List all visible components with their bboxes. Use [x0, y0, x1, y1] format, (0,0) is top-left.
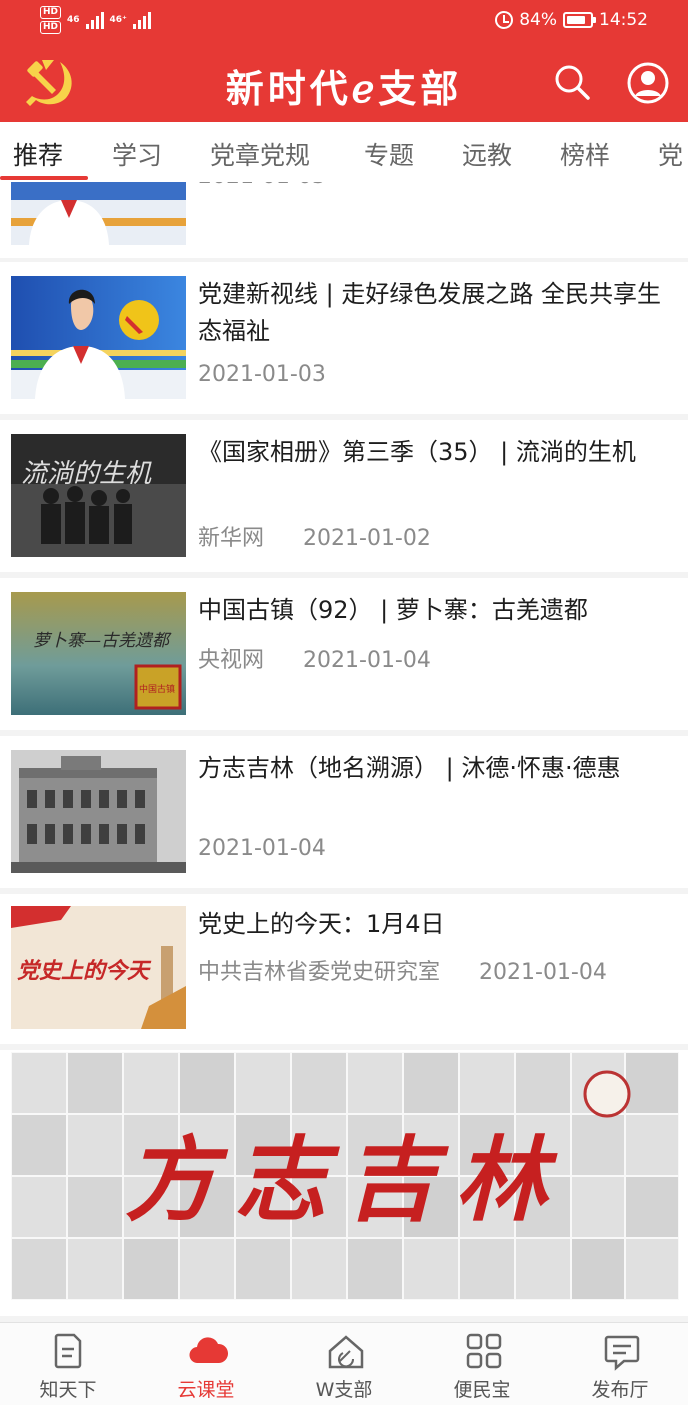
- thumbnail: 党史上的今天: [11, 906, 186, 1029]
- item-title: 方志吉林（地名溯源） | 沐德·怀惠·德惠: [198, 754, 621, 782]
- tab-recommend[interactable]: 推荐: [13, 136, 63, 172]
- banner-image: 方志吉林: [11, 1052, 679, 1300]
- item-title: 党建新视线 | 走好绿色发展之路 全民共享生态福祉: [198, 280, 661, 345]
- thumbnail: 萝卜寨—古羌遗都 中国古镇: [11, 592, 186, 715]
- thumb-text: 党史上的今天: [17, 958, 152, 984]
- item-title: 《国家相册》第三季（35） | 流淌的生机: [198, 438, 636, 466]
- list-item[interactable]: 方志吉林（地名溯源） | 沐德·怀惠·德惠 2021-01-04: [0, 736, 688, 888]
- thumbnail: [11, 182, 186, 245]
- thumbnail: [11, 750, 186, 873]
- alarm-icon: [495, 11, 514, 29]
- clock: 14:52: [599, 10, 648, 30]
- tab-role-models[interactable]: 榜样: [560, 136, 610, 172]
- thumb-badge: 中国古镇: [139, 683, 175, 695]
- document-icon: [54, 1333, 82, 1369]
- list-item[interactable]: 党史上的今天 党史上的今天：1月4日 中共吉林省委党史研究室 2021-01-0…: [0, 894, 688, 1044]
- tab-remote-edu[interactable]: 远教: [462, 136, 512, 172]
- user-icon[interactable]: [626, 61, 670, 105]
- app-header: 新时代ℯ支部: [0, 44, 688, 122]
- tab-indicator: [0, 176, 88, 180]
- grid-icon: [466, 1333, 502, 1369]
- signal-icon-2: [132, 11, 151, 29]
- item-source: 中共吉林省委党史研究室: [198, 960, 441, 985]
- thumb-text: 流淌的生机: [21, 459, 152, 489]
- cloud-icon: [189, 1337, 228, 1364]
- tab-party-more[interactable]: 党: [658, 136, 683, 172]
- network-indicators: HD HD 46 46⁺: [40, 6, 151, 34]
- network-type: 46: [67, 15, 80, 25]
- status-bar: HD HD 46 46⁺ 84% 14:52: [0, 0, 688, 44]
- item-date: 2021-01-04: [303, 648, 431, 673]
- banner-item[interactable]: 方志吉林: [0, 1050, 688, 1316]
- bottom-navigation: 知天下 云课堂 W支部 便民宝 发布厅: [0, 1322, 688, 1405]
- tab-party-rules[interactable]: 党章党规: [210, 136, 310, 172]
- signal-icon: [85, 11, 104, 29]
- item-meta: 央视网 2021-01-04: [198, 642, 431, 674]
- news-feed[interactable]: 2021-01-03 党建新视线 | 走好绿色发展之路 全民共享生态福祉 202…: [0, 182, 688, 1322]
- item-meta: 2021-01-03: [198, 182, 326, 189]
- list-item[interactable]: 2021-01-03: [0, 182, 688, 258]
- thumb-text: 萝卜寨—古羌遗都: [33, 631, 172, 651]
- network-type-2: 46⁺: [109, 15, 127, 25]
- nav-item-bianminbao[interactable]: 便民宝: [422, 1323, 542, 1405]
- list-item[interactable]: 流淌的生机 《国家相册》第三季（35） | 流淌的生机 新华网 2021-01-…: [0, 420, 688, 572]
- hd-badge-2: HD: [40, 21, 62, 34]
- list-item[interactable]: 党建新视线 | 走好绿色发展之路 全民共享生态福祉 2021-01-03: [0, 262, 688, 414]
- nav-label: 便民宝: [453, 1379, 511, 1401]
- search-icon[interactable]: [552, 62, 592, 102]
- nav-item-fabuting[interactable]: 发布厅: [560, 1323, 680, 1405]
- item-source: 新华网: [198, 526, 265, 551]
- tab-topics[interactable]: 专题: [364, 136, 414, 172]
- battery-icon: [563, 12, 596, 28]
- home-emblem-icon: [328, 1335, 364, 1369]
- item-date: 2021-01-04: [479, 960, 607, 985]
- battery-percent: 84%: [519, 10, 557, 30]
- item-meta: 新华网 2021-01-02: [198, 520, 431, 552]
- nav-label: 云课堂: [177, 1379, 235, 1401]
- item-date: 2021-01-03: [198, 362, 326, 387]
- thumbnail: 流淌的生机: [11, 434, 186, 557]
- item-date: 2021-01-04: [198, 836, 326, 861]
- hd-badge: HD: [40, 6, 62, 19]
- nav-item-w-zhibu[interactable]: W支部: [284, 1323, 404, 1405]
- list-item[interactable]: 萝卜寨—古羌遗都 中国古镇 中国古镇（92） | 萝卜寨：古羌遗都 央视网 20…: [0, 578, 688, 730]
- tab-study[interactable]: 学习: [112, 136, 162, 172]
- item-meta: 2021-01-04: [198, 836, 326, 861]
- item-meta: 中共吉林省委党史研究室 2021-01-04: [198, 954, 607, 986]
- item-date: 2021-01-03: [198, 182, 326, 189]
- nav-label: 知天下: [39, 1379, 97, 1401]
- nav-item-yunketang[interactable]: 云课堂: [146, 1323, 266, 1405]
- item-meta: 2021-01-03: [198, 362, 326, 387]
- thumbnail: [11, 276, 186, 399]
- nav-label: W支部: [315, 1379, 373, 1401]
- banner-text: 方志吉林: [125, 1126, 565, 1234]
- item-title: 中国古镇（92） | 萝卜寨：古羌遗都: [198, 596, 588, 624]
- message-icon: [604, 1335, 640, 1371]
- item-source: 央视网: [198, 648, 265, 673]
- item-date: 2021-01-02: [303, 526, 431, 551]
- item-title: 党史上的今天：1月4日: [198, 910, 445, 938]
- category-tabs: 推荐 学习 党章党规 专题 远教 榜样 党: [0, 122, 688, 184]
- nav-item-zhitianxia[interactable]: 知天下: [8, 1323, 128, 1405]
- nav-label: 发布厅: [591, 1379, 649, 1401]
